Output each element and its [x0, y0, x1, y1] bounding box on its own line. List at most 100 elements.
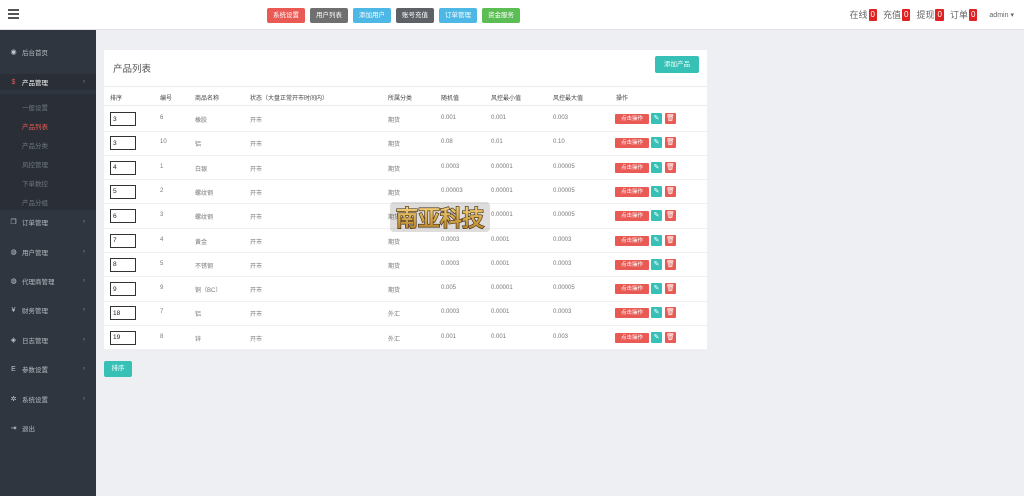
- sidebar-item-logout[interactable]: ⇥ 退出: [0, 420, 96, 436]
- sidebar-item-dashboard[interactable]: ◉ 后台首页: [0, 44, 96, 60]
- sort-order-input[interactable]: [110, 136, 136, 151]
- sort-order-input[interactable]: [110, 233, 136, 248]
- status-counter[interactable]: 订单 0: [950, 8, 978, 21]
- cell-random: 0.00003: [441, 187, 463, 194]
- action-button[interactable]: 点击操作: [615, 308, 649, 319]
- action-button[interactable]: 点击操作: [615, 235, 649, 246]
- sidebar-item-param[interactable]: E 参数设置 ›: [0, 361, 96, 377]
- admin-menu[interactable]: admin ▾: [989, 11, 1014, 19]
- action-button[interactable]: 点击操作: [615, 186, 649, 197]
- sidebar-item-finance[interactable]: ¥ 财务管理 ›: [0, 302, 96, 318]
- user-icon: ◍: [10, 249, 17, 256]
- trash-icon[interactable]: 🗑: [665, 210, 676, 222]
- sidebar-item-label: 订单管理: [22, 220, 48, 227]
- count-badge: 0: [868, 8, 877, 21]
- edit-icon[interactable]: ✎: [651, 307, 662, 319]
- sidebar-item-settings[interactable]: ✲ 系统设置 ›: [0, 391, 96, 407]
- cell-min: 0.00001: [491, 163, 513, 170]
- trash-icon[interactable]: 🗑: [665, 283, 676, 295]
- sort-order-input[interactable]: [110, 112, 136, 126]
- top-nav-button[interactable]: 订单管理: [439, 8, 477, 23]
- cell-name: 铝: [195, 312, 202, 319]
- sort-order-input[interactable]: [110, 257, 136, 272]
- sidebar-item-product[interactable]: $ 产品管理 ›: [0, 74, 96, 90]
- sidebar-item-user[interactable]: ◍ 用户管理 ›: [0, 244, 96, 260]
- trash-icon[interactable]: 🗑: [665, 185, 676, 197]
- top-nav-button[interactable]: 账号充值: [396, 8, 434, 23]
- cell-min: 0.0001: [491, 236, 510, 243]
- sort-button[interactable]: 排序: [104, 361, 132, 377]
- sidebar: 一般设置产品列表产品分类风控管理下单数控产品分组 ◉ 后台首页 $ 产品管理 › ❐ 订单管…: [0, 30, 96, 496]
- column-header: 风控最小值: [491, 96, 522, 102]
- sort-order-input[interactable]: [110, 160, 136, 175]
- menu-toggle-icon[interactable]: [8, 9, 19, 19]
- submenu-item[interactable]: 下单数控: [22, 178, 48, 188]
- edit-icon[interactable]: ✎: [651, 185, 662, 197]
- column-header: 风控最大值: [553, 96, 584, 102]
- submenu-item[interactable]: 产品分组: [22, 197, 48, 207]
- trash-icon[interactable]: 🗑: [665, 137, 676, 149]
- top-nav-button[interactable]: 添加用户: [353, 8, 391, 23]
- edit-icon[interactable]: ✎: [651, 331, 662, 343]
- cell-id: 9: [160, 285, 164, 292]
- logout-icon: ⇥: [10, 425, 17, 432]
- submenu-item[interactable]: 一般设置: [22, 102, 48, 112]
- action-button[interactable]: 点击操作: [615, 284, 649, 295]
- trash-icon[interactable]: 🗑: [665, 258, 676, 270]
- trash-icon[interactable]: 🗑: [665, 161, 676, 173]
- sort-order-input[interactable]: [110, 282, 136, 297]
- top-nav-button[interactable]: 用户列表: [310, 8, 348, 23]
- cell-name: 螺纹钢: [195, 190, 214, 197]
- trash-icon[interactable]: 🗑: [665, 113, 676, 124]
- table-header: 排序 编号 商品名称 状态（大盘正常开市时间内） 所属分类 随机值 风控最小值 风控最大值 操作: [104, 86, 707, 106]
- cell-random: 0.0003: [441, 260, 460, 267]
- trash-icon[interactable]: 🗑: [665, 234, 676, 246]
- edit-icon[interactable]: ✎: [651, 234, 662, 246]
- cell-id: 6: [160, 115, 164, 121]
- edit-icon[interactable]: ✎: [651, 113, 662, 124]
- action-button[interactable]: 点击操作: [615, 114, 649, 124]
- cell-status: 开市: [250, 336, 263, 343]
- sort-order-input[interactable]: [110, 209, 136, 224]
- action-button[interactable]: 点击操作: [615, 259, 649, 270]
- edit-icon[interactable]: ✎: [651, 258, 662, 270]
- cell-status: 开市: [250, 288, 263, 295]
- action-button[interactable]: 点击操作: [615, 211, 649, 222]
- sidebar-item-agent[interactable]: ◍ 代理商管理 ›: [0, 273, 96, 289]
- add-product-button[interactable]: 添加产品: [655, 56, 699, 73]
- action-button[interactable]: 点击操作: [615, 138, 649, 149]
- status-counter[interactable]: 充值 0: [883, 8, 911, 21]
- cell-id: 2: [160, 187, 164, 194]
- top-nav-button[interactable]: 系统设置: [267, 8, 305, 23]
- submenu-item[interactable]: 产品分类: [22, 140, 48, 150]
- cell-min: 0.0001: [491, 260, 510, 267]
- trash-icon[interactable]: 🗑: [665, 331, 676, 343]
- sort-order-input[interactable]: [110, 306, 136, 321]
- cell-random: 0.0003: [441, 309, 460, 316]
- sidebar-item-order[interactable]: ❐ 订单管理 ›: [0, 214, 96, 230]
- action-button[interactable]: 点击操作: [615, 332, 649, 343]
- watermark-logo: 南亚科技: [390, 202, 490, 233]
- trash-icon[interactable]: 🗑: [665, 307, 676, 319]
- status-counter[interactable]: 在线 0: [850, 8, 877, 21]
- edit-icon[interactable]: ✎: [651, 210, 662, 222]
- cell-max: 0.0003: [553, 260, 572, 267]
- submenu-item[interactable]: 产品列表: [22, 121, 48, 131]
- status-counter[interactable]: 提现 0: [916, 8, 944, 21]
- cell-name: 锌: [195, 336, 202, 343]
- cell-status: 开市: [250, 118, 263, 124]
- top-nav-button[interactable]: 资金服务: [482, 8, 520, 23]
- submenu-item[interactable]: 风控管理: [22, 159, 48, 169]
- sort-order-input[interactable]: [110, 330, 136, 345]
- action-button[interactable]: 点击操作: [615, 162, 649, 173]
- cell-id: 7: [160, 309, 164, 316]
- edit-icon[interactable]: ✎: [651, 137, 662, 149]
- column-header: 商品名称: [195, 96, 220, 102]
- edit-icon[interactable]: ✎: [651, 283, 662, 295]
- column-header: 所属分类: [388, 96, 413, 102]
- cell-status: 开市: [250, 190, 263, 197]
- sort-order-input[interactable]: [110, 184, 136, 199]
- sidebar-item-log[interactable]: ◈ 日志管理 ›: [0, 332, 96, 348]
- cell-id: 1: [160, 163, 164, 170]
- edit-icon[interactable]: ✎: [651, 161, 662, 173]
